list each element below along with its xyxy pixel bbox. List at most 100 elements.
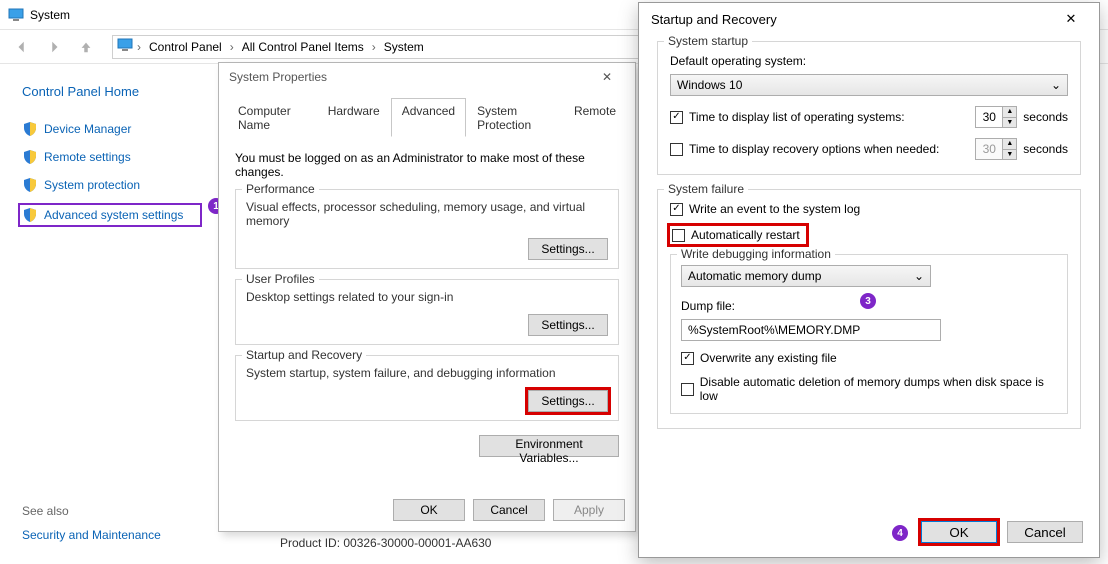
sidebar-link-advanced-system-settings[interactable]: Advanced system settings <box>20 205 200 225</box>
cancel-button[interactable]: Cancel <box>473 499 545 521</box>
write-event-checkbox[interactable] <box>670 203 683 216</box>
group-desc: Desktop settings related to your sign-in <box>246 290 608 304</box>
group-system-startup: System startup Default operating system:… <box>657 41 1081 175</box>
group-legend: Performance <box>242 182 319 196</box>
ok-button[interactable]: OK <box>921 521 997 543</box>
environment-variables-button[interactable]: Environment Variables... <box>479 435 619 457</box>
chevron-down-icon: ⌄ <box>914 269 924 283</box>
dialog-titlebar: Startup and Recovery ✕ <box>639 3 1099 35</box>
seconds-label: seconds <box>1023 110 1068 124</box>
ok-button[interactable]: OK <box>393 499 465 521</box>
annotation-badge-3: 3 <box>860 293 876 309</box>
group-system-failure: System failure Write an event to the sys… <box>657 189 1081 429</box>
annotation-badge-4: 4 <box>892 525 908 541</box>
automatically-restart-checkbox[interactable] <box>672 229 685 242</box>
tab-computer-name[interactable]: Computer Name <box>227 98 317 137</box>
sidebar-link-remote-settings[interactable]: Remote settings <box>22 149 200 165</box>
default-os-select[interactable]: Windows 10 ⌄ <box>670 74 1068 96</box>
startup-recovery-settings-button[interactable]: Settings... <box>528 390 608 412</box>
group-desc: System startup, system failure, and debu… <box>246 366 608 380</box>
time-display-recovery-spinner: ▲▼ <box>975 138 1017 160</box>
spinner-value[interactable] <box>976 107 1002 127</box>
breadcrumb[interactable]: System <box>380 40 428 54</box>
nav-back-button[interactable] <box>8 34 36 60</box>
chevron-right-icon: › <box>372 40 376 54</box>
sidebar-item-label: System protection <box>44 178 140 192</box>
shield-icon <box>22 149 38 165</box>
dialog-title: System Properties <box>229 70 327 84</box>
admin-note: You must be logged on as an Administrato… <box>235 151 619 179</box>
nav-up-button[interactable] <box>72 34 100 60</box>
select-value: Windows 10 <box>677 78 742 92</box>
shield-icon <box>22 121 38 137</box>
spinner-up-button[interactable]: ▲ <box>1003 107 1016 118</box>
user-profiles-settings-button[interactable]: Settings... <box>528 314 608 336</box>
see-also-link[interactable]: Security and Maintenance <box>22 528 161 542</box>
system-properties-dialog: System Properties ✕ Computer Name Hardwa… <box>218 62 636 532</box>
input-value: %SystemRoot%\MEMORY.DMP <box>688 323 860 337</box>
time-display-list-checkbox[interactable] <box>670 111 683 124</box>
startup-recovery-dialog: Startup and Recovery ✕ System startup De… <box>638 2 1100 558</box>
apply-button[interactable]: Apply <box>553 499 625 521</box>
time-display-list-spinner[interactable]: ▲▼ <box>975 106 1017 128</box>
control-panel-sidebar: Control Panel Home Device Manager Remote… <box>0 64 200 237</box>
chevron-right-icon: › <box>137 40 141 54</box>
group-legend: User Profiles <box>242 272 319 286</box>
sidebar-item-label: Device Manager <box>44 122 131 136</box>
cancel-button[interactable]: Cancel <box>1007 521 1083 543</box>
checkbox-label: Write an event to the system log <box>689 202 860 216</box>
spinner-up-button: ▲ <box>1003 139 1016 150</box>
group-legend: Write debugging information <box>677 247 835 261</box>
breadcrumb[interactable]: All Control Panel Items <box>238 40 368 54</box>
chevron-down-icon: ⌄ <box>1051 78 1061 92</box>
sidebar-link-system-protection[interactable]: System protection <box>22 177 200 193</box>
group-write-debugging: Write debugging information Automatic me… <box>670 254 1068 414</box>
control-panel-home-link[interactable]: Control Panel Home <box>22 84 200 99</box>
group-legend: Startup and Recovery <box>242 348 366 362</box>
dump-file-input[interactable]: %SystemRoot%\MEMORY.DMP <box>681 319 941 341</box>
shield-icon <box>22 207 38 223</box>
system-icon <box>117 37 133 56</box>
disable-auto-delete-checkbox[interactable] <box>681 383 694 396</box>
seconds-label: seconds <box>1023 142 1068 156</box>
shield-icon <box>22 177 38 193</box>
default-os-label: Default operating system: <box>670 54 1068 68</box>
sidebar-link-device-manager[interactable]: Device Manager <box>22 121 200 137</box>
tab-strip: Computer Name Hardware Advanced System P… <box>227 97 627 137</box>
checkbox-label: Automatically restart <box>691 228 800 242</box>
checkbox-label: Time to display recovery options when ne… <box>689 142 969 156</box>
group-startup-recovery: Startup and Recovery System startup, sys… <box>235 355 619 421</box>
window-title: System <box>30 8 70 22</box>
product-id: Product ID: 00326-30000-00001-AA630 <box>280 536 491 550</box>
group-legend: System startup <box>664 34 752 48</box>
close-button[interactable]: ✕ <box>589 67 625 87</box>
group-legend: System failure <box>664 182 748 196</box>
sidebar-item-label: Remote settings <box>44 150 131 164</box>
breadcrumb[interactable]: Control Panel <box>145 40 226 54</box>
group-user-profiles: User Profiles Desktop settings related t… <box>235 279 619 345</box>
performance-settings-button[interactable]: Settings... <box>528 238 608 260</box>
dialog-title: Startup and Recovery <box>651 12 777 27</box>
spinner-down-button[interactable]: ▼ <box>1003 118 1016 128</box>
group-performance: Performance Visual effects, processor sc… <box>235 189 619 269</box>
select-value: Automatic memory dump <box>688 269 821 283</box>
sidebar-item-label: Advanced system settings <box>44 208 183 222</box>
close-button[interactable]: ✕ <box>1051 6 1091 32</box>
nav-forward-button[interactable] <box>40 34 68 60</box>
tab-remote[interactable]: Remote <box>563 98 627 137</box>
tab-hardware[interactable]: Hardware <box>317 98 391 137</box>
checkbox-label: Overwrite any existing file <box>700 351 837 365</box>
tab-system-protection[interactable]: System Protection <box>466 98 563 137</box>
checkbox-label: Time to display list of operating system… <box>689 110 969 124</box>
spinner-down-button: ▼ <box>1003 150 1016 160</box>
overwrite-checkbox[interactable] <box>681 352 694 365</box>
see-also-heading: See also <box>22 504 161 518</box>
spinner-value <box>976 139 1002 159</box>
checkbox-label: Disable automatic deletion of memory dum… <box>700 375 1057 403</box>
tab-advanced[interactable]: Advanced <box>391 98 466 137</box>
system-icon <box>8 7 24 23</box>
dialog-titlebar: System Properties ✕ <box>219 63 635 91</box>
group-desc: Visual effects, processor scheduling, me… <box>246 200 608 228</box>
debug-info-select[interactable]: Automatic memory dump ⌄ <box>681 265 931 287</box>
time-display-recovery-checkbox[interactable] <box>670 143 683 156</box>
